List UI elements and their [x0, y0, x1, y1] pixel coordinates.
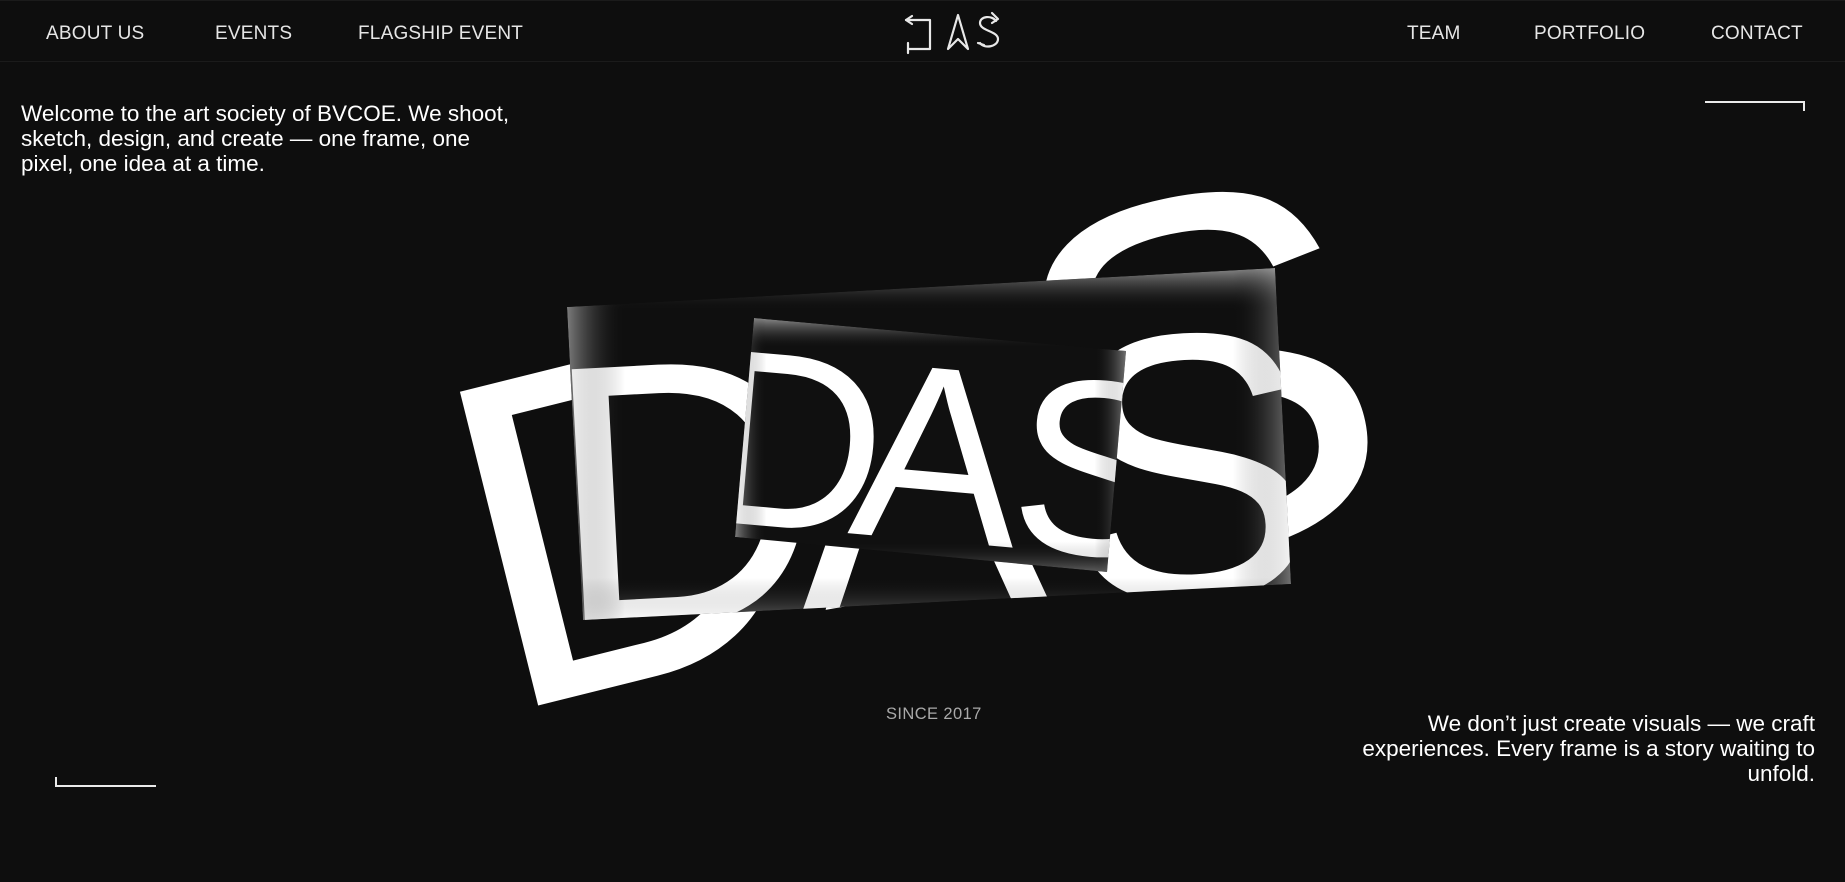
hero-letter-back-d: D [397, 218, 860, 812]
outro-text: We don’t just create visuals — we craft … [1362, 711, 1815, 786]
corner-bracket-bottom-left [55, 777, 156, 787]
hero-letter-mid-d: D [536, 274, 832, 713]
hero-panel-small: D A S [693, 295, 1192, 614]
hero-letter-front-d: D [693, 295, 897, 589]
nav-team[interactable]: TEAM [1407, 23, 1461, 45]
since-label: SINCE 2017 [886, 705, 982, 723]
hero-letter-back-s: S [964, 59, 1432, 690]
nav-about-us[interactable]: ABOUT US [46, 23, 144, 45]
nav-events[interactable]: EVENTS [215, 23, 292, 45]
hero-letter-front-s: S [1002, 322, 1192, 614]
hero-letter-front-a: A [842, 308, 1033, 600]
nav-flagship-event[interactable]: FLAGSHIP EVENT [358, 23, 523, 45]
corner-bracket-top-right [1705, 101, 1805, 111]
nav-portfolio[interactable]: PORTFOLIO [1534, 23, 1645, 45]
hero-letter-mid-a: A [781, 262, 1058, 700]
hero-panel-large: D A S [536, 248, 1326, 713]
nav-contact[interactable]: CONTACT [1711, 23, 1803, 45]
page: ABOUT US EVENTS FLAGSHIP EVENT TEAM PORT… [0, 0, 1845, 882]
hero-letter-mid-s: S [1051, 248, 1326, 686]
top-nav: ABOUT US EVENTS FLAGSHIP EVENT TEAM PORT… [0, 0, 1845, 62]
hero-letter-back-a: A [773, 277, 1055, 679]
intro-text: Welcome to the art society of BVCOE. We … [21, 101, 510, 176]
das-logo-icon[interactable] [900, 9, 1012, 55]
